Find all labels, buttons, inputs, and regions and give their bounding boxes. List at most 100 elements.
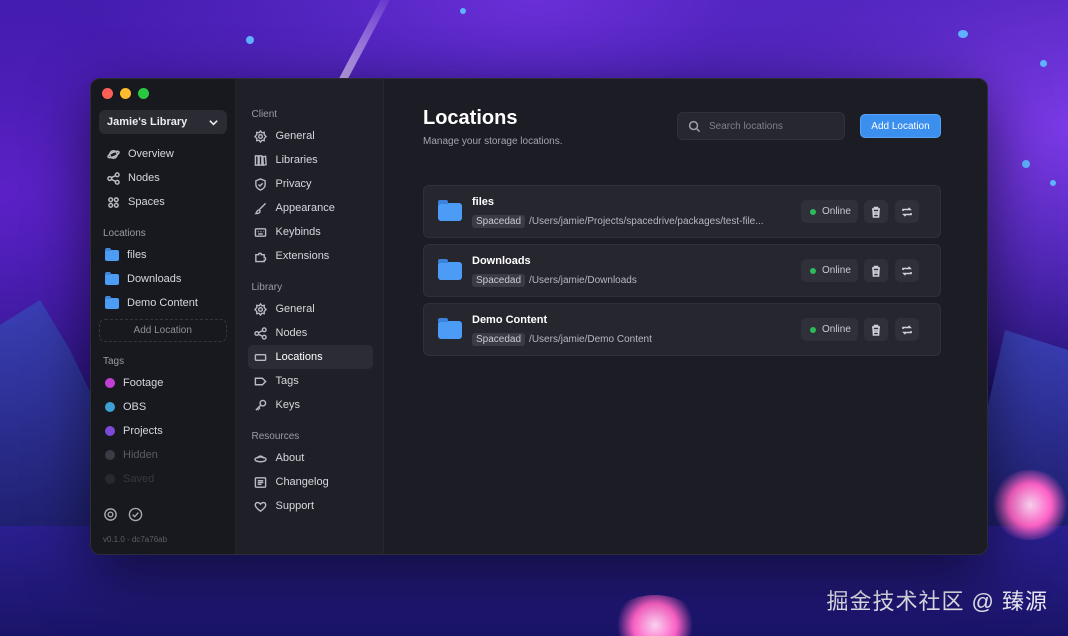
sidebar-location-downloads[interactable]: Downloads — [99, 267, 227, 291]
locations-heading: Locations — [103, 228, 146, 239]
location-card[interactable]: Demo Content Spacedad /Users/jamie/Demo … — [423, 303, 941, 356]
settings-item-extensions[interactable]: Extensions — [248, 244, 374, 268]
location-card[interactable]: files Spacedad /Users/jamie/Projects/spa… — [423, 185, 941, 238]
settings-nav: Client General Libraries Privacy Appeara… — [235, 79, 384, 554]
location-path-row: Spacedad /Users/jamie/Projects/spacedriv… — [472, 214, 798, 228]
settings-item-privacy[interactable]: Privacy — [248, 172, 374, 196]
settings-item-tags[interactable]: Tags — [248, 369, 374, 393]
settings-group-resources: Resources About Changelog Support — [248, 431, 374, 518]
delete-button[interactable] — [864, 318, 888, 341]
status-badge: Online — [801, 200, 858, 223]
chevron-down-icon — [208, 119, 218, 126]
settings-item-support[interactable]: Support — [248, 494, 374, 518]
tag-icon — [254, 377, 267, 385]
settings-item-keybinds[interactable]: Keybinds — [248, 220, 374, 244]
share-icon — [107, 171, 120, 185]
version-label: v0.1.0 - dc7a76ab — [103, 535, 168, 544]
maximize-window-button[interactable] — [138, 88, 149, 99]
list-icon — [254, 476, 266, 488]
close-window-button[interactable] — [102, 88, 113, 99]
folder-icon — [438, 199, 462, 221]
planet-icon — [107, 149, 120, 159]
locations-list: files Spacedad /Users/jamie/Projects/spa… — [423, 185, 941, 356]
sidebar-tag-projects[interactable]: Projects — [99, 419, 227, 443]
delete-button[interactable] — [864, 200, 888, 223]
search-input[interactable] — [709, 120, 829, 132]
refresh-icon — [902, 206, 912, 217]
settings-item-general[interactable]: General — [248, 124, 374, 148]
settings-item-library-general[interactable]: General — [248, 297, 374, 321]
sidebar-tag-footage[interactable]: Footage — [99, 371, 227, 395]
refresh-icon — [902, 265, 912, 276]
settings-group-library: Library General Nodes Locations Tags Key… — [247, 282, 374, 417]
sidebar-footer — [103, 507, 143, 522]
folder-icon — [105, 271, 119, 285]
sidebar-tag-hidden[interactable]: Hidden — [99, 443, 227, 467]
online-dot — [810, 208, 816, 215]
rock-left — [0, 300, 100, 550]
key-icon — [254, 399, 266, 411]
settings-item-label: Support — [275, 500, 315, 512]
sidebar-location-demo-content[interactable]: Demo Content — [99, 291, 227, 315]
settings-item-changelog[interactable]: Changelog — [248, 470, 374, 494]
online-dot — [810, 326, 816, 333]
refresh-icon — [902, 324, 912, 335]
status-label: Online — [822, 206, 851, 217]
settings-group-title: Client — [251, 109, 278, 120]
settings-item-locations[interactable]: Locations — [247, 345, 373, 369]
grid-icon — [108, 196, 119, 208]
app-window: Jamie's Library Overview Nodes Spaces Lo… — [90, 78, 988, 555]
location-path-row: Spacedad /Users/jamie/Downloads — [472, 273, 798, 287]
settings-item-label: Privacy — [275, 178, 312, 190]
settings-item-libraries[interactable]: Libraries — [248, 148, 374, 172]
rescan-button[interactable] — [895, 200, 919, 223]
sidebar-item-nodes[interactable]: Nodes — [99, 166, 227, 190]
location-card[interactable]: Downloads Spacedad /Users/jamie/Download… — [423, 244, 941, 297]
star-dot — [958, 30, 968, 38]
settings-item-nodes[interactable]: Nodes — [248, 321, 374, 345]
rescan-button[interactable] — [895, 318, 919, 341]
sidebar-tag-saved[interactable]: Saved — [99, 467, 227, 491]
search-box[interactable] — [677, 112, 845, 140]
node-badge: Spacedad — [472, 332, 526, 346]
sidebar-location-files[interactable]: files — [99, 243, 227, 267]
sidebar-tag-obs[interactable]: OBS — [99, 395, 227, 419]
delete-button[interactable] — [864, 259, 888, 282]
location-path-row: Spacedad /Users/jamie/Demo Content — [472, 332, 798, 346]
sidebar-tag-label: OBS — [123, 401, 147, 413]
check-circle-icon[interactable] — [128, 507, 143, 522]
settings-item-label: General — [275, 130, 315, 142]
heart-icon — [254, 501, 266, 512]
sidebar-item-overview[interactable]: Overview — [99, 142, 227, 166]
location-info: files Spacedad /Users/jamie/Projects/spa… — [472, 196, 798, 228]
sidebar-item-spaces[interactable]: Spaces — [99, 190, 227, 214]
tag-color-dot — [105, 402, 115, 412]
ufo-icon — [253, 454, 267, 462]
hard-drive-icon — [254, 353, 266, 361]
settings-item-label: Locations — [275, 351, 323, 363]
keyboard-icon — [254, 227, 266, 237]
star-dot — [1040, 60, 1047, 67]
location-path: /Users/jamie/Projects/spacedrive/package… — [529, 215, 764, 227]
rescan-button[interactable] — [895, 259, 919, 282]
folder-icon — [438, 317, 462, 339]
main-content: Locations Manage your storage locations.… — [384, 79, 987, 554]
location-path: /Users/jamie/Demo Content — [529, 333, 652, 345]
tag-color-dot — [105, 426, 115, 436]
gear-icon[interactable] — [103, 507, 118, 522]
settings-item-label: General — [275, 303, 315, 315]
settings-group-client: Client General Libraries Privacy Appeara… — [248, 109, 374, 268]
add-location-button[interactable]: Add Location — [860, 114, 941, 138]
library-selector[interactable]: Jamie's Library — [99, 110, 227, 134]
sidebar-add-location-button[interactable]: Add Location — [99, 319, 227, 342]
star-dot — [1022, 160, 1030, 168]
settings-item-label: Tags — [275, 375, 299, 387]
traffic-lights — [102, 88, 227, 99]
location-info: Downloads Spacedad /Users/jamie/Download… — [472, 255, 798, 287]
minimize-window-button[interactable] — [120, 88, 131, 99]
settings-item-about[interactable]: About — [248, 446, 374, 470]
settings-item-label: Extensions — [275, 250, 330, 262]
settings-item-keys[interactable]: Keys — [248, 393, 374, 417]
settings-item-appearance[interactable]: Appearance — [248, 196, 374, 220]
star-dot — [246, 36, 254, 44]
